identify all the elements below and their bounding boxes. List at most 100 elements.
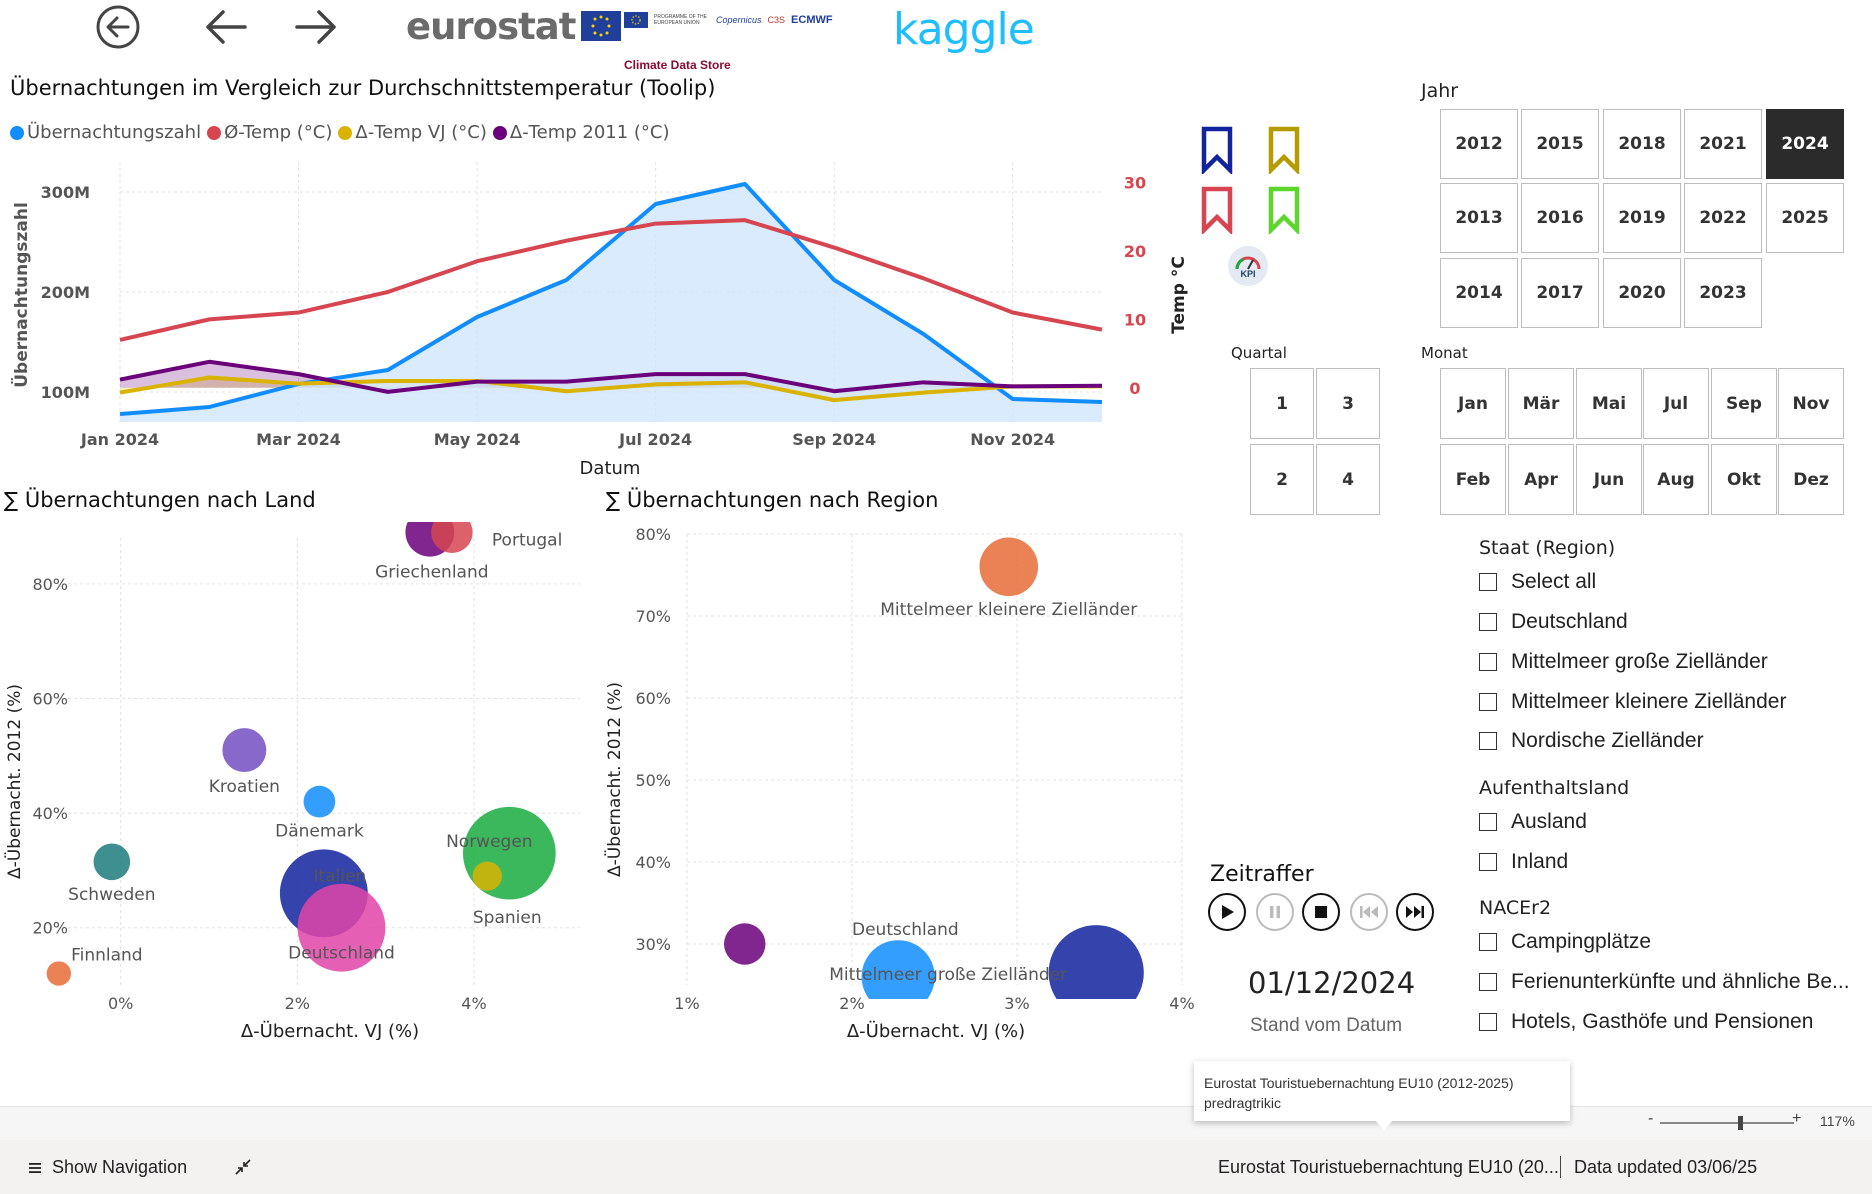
line-chart[interactable]: 100M 200M 300M 0 10 20 30 Jan 2024 Mar 2024 May 2… [0, 150, 1200, 480]
copernicus-logo: Copernicus [716, 15, 762, 25]
checkbox[interactable] [1479, 732, 1497, 750]
legend-label: Übernachtungszahl [27, 122, 202, 143]
play-button[interactable] [1208, 893, 1246, 931]
kpi-button[interactable]: KPI [1228, 246, 1268, 286]
month-tile[interactable]: Sep [1711, 368, 1777, 439]
data-updated: Data updated 03/06/25 [1574, 1157, 1758, 1177]
month-tile[interactable]: Feb [1440, 444, 1506, 515]
month-tile[interactable]: Dez [1778, 444, 1844, 515]
checkbox-deutschland[interactable]: Deutschland [1479, 610, 1628, 634]
zoom-out-button[interactable]: - [1648, 1110, 1653, 1128]
year-tile[interactable]: 2015 [1521, 109, 1599, 179]
scatter-land-chart[interactable]: 20% 40% 60% 80% 0% 2% 4% Δ-Übernacht. VJ (%) Δ-Ü… [0, 520, 600, 1040]
checkbox-campingplaetze[interactable]: Campingplätze [1479, 930, 1651, 954]
bubble-label: Italien [313, 866, 366, 886]
bubble-label: Spanien [473, 908, 542, 928]
quarter-tile[interactable]: 2 [1250, 444, 1314, 515]
stop-button[interactable] [1302, 893, 1340, 931]
checkbox-label: Mittelmeer kleinere Zielländer [1511, 690, 1787, 713]
checkbox-label: Campingplätze [1511, 930, 1652, 953]
skip-forward-button[interactable] [1396, 893, 1434, 931]
y-tick-label: 60% [32, 689, 68, 708]
back-circle-button[interactable] [90, 2, 146, 52]
checkbox-select-all[interactable]: Select all [1479, 570, 1596, 594]
rewind-button[interactable] [1350, 893, 1388, 931]
year-tile[interactable]: 2013 [1440, 183, 1518, 253]
zoom-slider[interactable] [1660, 1116, 1794, 1130]
year-tile[interactable]: 2020 [1603, 258, 1681, 328]
checkbox-hotels[interactable]: Hotels, Gasthöfe und Pensionen [1479, 1010, 1813, 1034]
report-name[interactable]: Eurostat Touristuebernachtung EU10 (20..… [1218, 1157, 1559, 1178]
checkbox-mittelmeer-gross[interactable]: Mittelmeer große Zielländer [1479, 650, 1768, 674]
year-tile[interactable]: 2023 [1684, 258, 1762, 328]
month-tile[interactable]: Mai [1576, 368, 1642, 439]
checkbox-mittelmeer-klein[interactable]: Mittelmeer kleinere Zielländer [1479, 690, 1786, 714]
checkbox-nordisch[interactable]: Nordische Zielländer [1479, 729, 1704, 753]
checkbox[interactable] [1479, 573, 1497, 591]
year-tile[interactable]: 2025 [1766, 183, 1844, 253]
year-tile[interactable]: 2014 [1440, 258, 1518, 328]
year-tile[interactable]: 2019 [1603, 183, 1681, 253]
x-tick-label: 1% [674, 994, 699, 1013]
bubble [472, 861, 502, 891]
quarter-tile[interactable]: 4 [1316, 444, 1380, 515]
collapse-button[interactable] [234, 1158, 252, 1181]
year-tile[interactable]: 2021 [1684, 109, 1762, 179]
back-button[interactable] [198, 2, 254, 52]
month-tile[interactable]: Mär [1508, 368, 1574, 439]
y-axis-title: Δ-Übernacht. 2012 (%) [3, 684, 25, 879]
bubble [724, 923, 766, 965]
month-tile[interactable]: Jun [1576, 444, 1642, 515]
legend-item[interactable]: Übernachtungszahl [10, 122, 201, 143]
bookmark-button-green[interactable] [1267, 186, 1301, 239]
bubble [979, 537, 1039, 597]
checkbox[interactable] [1479, 933, 1497, 951]
checkbox-ferienunterkuenfte[interactable]: Ferienunterkünfte und ähnliche Be... [1479, 970, 1850, 994]
forward-button[interactable] [288, 2, 344, 52]
month-tile[interactable]: Okt [1711, 444, 1777, 515]
month-tile[interactable]: Apr [1508, 444, 1574, 515]
checkbox[interactable] [1479, 613, 1497, 631]
bookmark-button-gold[interactable] [1267, 126, 1301, 179]
checkbox[interactable] [1479, 1013, 1497, 1031]
checkbox-label: Ausland [1511, 810, 1587, 833]
zoom-in-button[interactable]: + [1792, 1110, 1801, 1128]
aufenthaltsland-slicer-title: Aufenthaltsland [1479, 777, 1630, 799]
eu-programme-flag-icon [624, 12, 648, 28]
pause-button[interactable] [1256, 893, 1294, 931]
legend-item[interactable]: Ø-Temp (°C) [207, 122, 332, 143]
checkbox-ausland[interactable]: Ausland [1479, 810, 1587, 834]
bookmark-button-blue[interactable] [1200, 126, 1234, 179]
month-tile[interactable]: Jul [1643, 368, 1709, 439]
year-tile[interactable]: 2018 [1603, 109, 1681, 179]
checkbox[interactable] [1479, 653, 1497, 671]
year-tile[interactable]: 2022 [1684, 183, 1762, 253]
zoom-level[interactable]: 117% [1820, 1113, 1855, 1129]
month-tile[interactable]: Jan [1440, 368, 1506, 439]
bubble-label: Griechenland [375, 562, 488, 582]
checkbox[interactable] [1479, 693, 1497, 711]
year-tile-selected[interactable]: 2024 [1766, 109, 1844, 179]
month-tile[interactable]: Aug [1643, 444, 1709, 515]
checkbox[interactable] [1479, 973, 1497, 991]
month-tile[interactable]: Nov [1778, 368, 1844, 439]
quarter-tile[interactable]: 3 [1316, 368, 1380, 439]
x-tick-label: 3% [1004, 994, 1029, 1013]
checkbox-inland[interactable]: Inland [1479, 850, 1568, 874]
year-tile[interactable]: 2017 [1521, 258, 1599, 328]
y-tick-label: 300M [41, 183, 90, 202]
legend-item[interactable]: Δ-Temp 2011 (°C) [492, 122, 670, 143]
zoom-slider-thumb[interactable] [1738, 1116, 1743, 1130]
show-navigation-button[interactable]: Show Navigation [28, 1157, 187, 1178]
year-tile[interactable]: 2012 [1440, 109, 1518, 179]
quarter-tile[interactable]: 1 [1250, 368, 1314, 439]
line-chart-title: Übernachtungen im Vergleich zur Durchsch… [10, 76, 716, 100]
legend-item[interactable]: Δ-Temp VJ (°C) [338, 122, 487, 143]
gauge-icon [1235, 256, 1261, 269]
checkbox[interactable] [1479, 853, 1497, 871]
year-tile[interactable]: 2016 [1521, 183, 1599, 253]
scatter-land-title: ∑ Übernachtungen nach Land [4, 488, 316, 512]
checkbox[interactable] [1479, 813, 1497, 831]
bookmark-button-red[interactable] [1200, 186, 1234, 239]
scatter-region-chart[interactable]: 30% 40% 50% 60% 70% 80% 1% 2% 3% 4% Δ-Übernacht. V… [600, 520, 1200, 1040]
